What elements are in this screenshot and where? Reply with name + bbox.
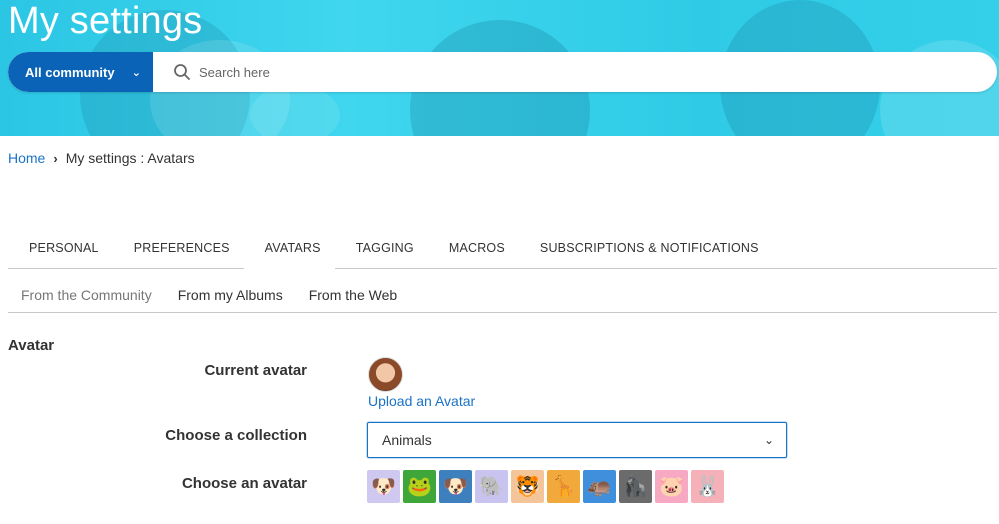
avatar-grid: 🐶 🐸 🐶 🐘 🐯 🦒 🦛 🦍 🐷 🐰 [367, 470, 724, 503]
page-title: My settings [8, 0, 203, 42]
avatar-source-tabs: From the Community From my Albums From t… [8, 275, 997, 313]
current-avatar-label: Current avatar [204, 362, 307, 379]
dog-icon[interactable]: 🐶 [367, 470, 400, 503]
breadcrumb: Home › My settings : Avatars [8, 150, 195, 166]
search-bar: All community ⌄ [8, 52, 997, 92]
search-icon [173, 63, 191, 81]
banner-photo-shape [250, 85, 340, 136]
chevron-right-icon: › [53, 150, 58, 166]
frog-icon[interactable]: 🐸 [403, 470, 436, 503]
section-heading: Avatar [8, 337, 55, 354]
search-scope-label: All community [25, 64, 115, 80]
tiger-icon[interactable]: 🐯 [511, 470, 544, 503]
tab-personal[interactable]: PERSONAL [8, 230, 113, 269]
avatar [368, 357, 403, 392]
search-scope-dropdown[interactable]: All community ⌄ [8, 52, 153, 92]
bulldog-icon[interactable]: 🐶 [439, 470, 472, 503]
giraffe-icon[interactable]: 🦒 [547, 470, 580, 503]
elephant-icon[interactable]: 🐘 [475, 470, 508, 503]
rabbit-icon[interactable]: 🐰 [691, 470, 724, 503]
tab-tagging[interactable]: TAGGING [335, 230, 428, 269]
tab-preferences[interactable]: PREFERENCES [113, 230, 244, 269]
hippo-icon[interactable]: 🦛 [583, 470, 616, 503]
choose-avatar-label: Choose an avatar [181, 475, 307, 492]
pig-icon[interactable]: 🐷 [655, 470, 688, 503]
search-input[interactable] [199, 53, 997, 91]
subtab-from-community[interactable]: From the Community [8, 275, 165, 312]
settings-tabs: PERSONAL PREFERENCES AVATARS TAGGING MAC… [8, 230, 997, 269]
chevron-down-icon: ⌄ [763, 433, 774, 447]
subtab-from-albums[interactable]: From my Albums [165, 275, 296, 312]
breadcrumb-home-link[interactable]: Home [8, 150, 45, 166]
chevron-down-icon: ⌄ [131, 66, 141, 79]
breadcrumb-current: My settings : Avatars [65, 150, 195, 166]
gorilla-icon[interactable]: 🦍 [619, 470, 652, 503]
collection-select[interactable]: Animals ⌄ [367, 422, 787, 458]
collection-select-value: Animals [382, 432, 432, 448]
header-banner: My settings All community ⌄ [0, 0, 999, 136]
tab-avatars[interactable]: AVATARS [243, 230, 335, 269]
tab-subscriptions-notifications[interactable]: SUBSCRIPTIONS & NOTIFICATIONS [519, 230, 773, 269]
tab-macros[interactable]: MACROS [428, 230, 519, 269]
upload-avatar-link[interactable]: Upload an Avatar [368, 393, 475, 409]
collection-label: Choose a collection [165, 427, 307, 444]
subtab-from-web[interactable]: From the Web [296, 275, 410, 312]
